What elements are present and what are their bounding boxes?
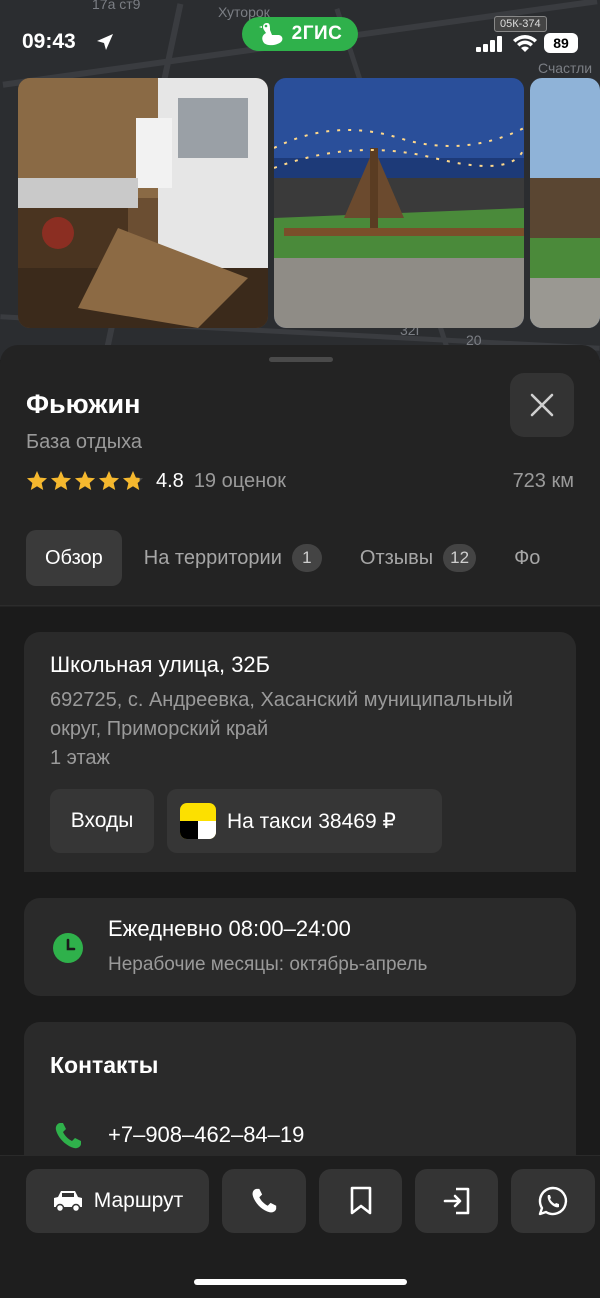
star-icon: [123, 471, 143, 490]
car-icon: [53, 1191, 82, 1213]
cellular-signal-icon: [476, 36, 502, 52]
address-full: 692725, с. Андреевка, Хасанский муниципа…: [50, 689, 514, 740]
phone-icon: [252, 1188, 277, 1213]
taxi-button[interactable]: На такси 38469 ₽: [167, 789, 442, 853]
tab-label: На территории: [143, 546, 282, 569]
photo-carousel[interactable]: [18, 78, 600, 328]
tab-photos[interactable]: Фо: [514, 530, 540, 586]
taxi-label: На такси 38469 ₽: [227, 809, 396, 833]
star-icon: [75, 471, 95, 490]
place-category: База отдыха: [26, 431, 142, 453]
divider: [0, 605, 600, 606]
close-button[interactable]: [510, 373, 574, 437]
tab-overview[interactable]: Обзор: [26, 530, 122, 586]
star-icon: [51, 471, 71, 490]
address-street[interactable]: Школьная улица, 32Б: [50, 652, 270, 678]
rating-count[interactable]: 19 оценок: [194, 470, 286, 493]
sheet-grabber[interactable]: [269, 357, 333, 362]
distance-label: 723 км: [512, 469, 574, 492]
route-label: Маршрут: [93, 1189, 184, 1212]
location-arrow-icon: [97, 34, 113, 50]
brand-name: 2ГИС: [291, 23, 343, 44]
star-icon: [27, 471, 47, 490]
tab-label: Обзор: [45, 546, 103, 569]
status-bar: 09:43 2ГИС 05К-374 89: [0, 0, 600, 76]
bookmark-icon: [350, 1186, 371, 1215]
photo-kitchen[interactable]: [18, 78, 268, 328]
hours-note: Нерабочие месяцы: октябрь-апрель: [108, 954, 428, 975]
goose-icon: [258, 23, 283, 46]
battery-indicator: 89: [544, 33, 578, 53]
tab-territory[interactable]: На территории 1: [144, 530, 322, 586]
hours-card[interactable]: Ежедневно 08:00–24:00 Нерабочие месяцы: …: [24, 898, 576, 996]
photo-playground[interactable]: [274, 78, 524, 328]
rating-row[interactable]: 4.8 19 оценок 723 км: [26, 467, 574, 495]
tab-label: Отзывы: [359, 546, 434, 569]
place-title: Фьюжин: [26, 389, 141, 419]
clock-icon: [53, 933, 83, 963]
bookmark-button[interactable]: [319, 1169, 402, 1233]
tab-bar: Обзор На территории 1 Отзывы 12 Фо: [26, 530, 578, 586]
rating-value: 4.8: [156, 469, 184, 492]
tab-reviews[interactable]: Отзывы 12: [359, 530, 477, 586]
whatsapp-icon: [538, 1186, 568, 1216]
share-button[interactable]: [415, 1169, 498, 1233]
address-details: 692725, с. Андреевка, Хасанский муниципа…: [50, 686, 530, 773]
phone-icon: [55, 1123, 81, 1149]
rating-stars: [26, 470, 144, 492]
entrances-button[interactable]: Входы: [50, 789, 154, 853]
brand-logo[interactable]: 2ГИС: [242, 17, 358, 51]
hours-main: Ежедневно 08:00–24:00: [108, 916, 351, 941]
tab-label: Фо: [514, 546, 541, 569]
plate-label: 05К-374: [494, 16, 547, 32]
home-indicator[interactable]: [194, 1279, 407, 1285]
photo-cabins[interactable]: [530, 78, 600, 328]
phone-number[interactable]: +7‒908‒462‒84‒19: [108, 1122, 304, 1148]
close-icon: [530, 393, 554, 417]
tab-count-badge: 12: [443, 544, 477, 572]
route-button[interactable]: Маршрут: [26, 1169, 209, 1233]
share-icon: [443, 1187, 469, 1215]
action-bar: Маршрут: [0, 1155, 600, 1298]
contacts-title: Контакты: [50, 1052, 159, 1078]
whatsapp-button[interactable]: [511, 1169, 595, 1233]
address-card: Школьная улица, 32Б 692725, с. Андреевка…: [24, 632, 576, 872]
address-floor: 1 этаж: [50, 747, 110, 769]
wifi-icon: [513, 35, 537, 52]
status-time: 09:43: [22, 30, 76, 53]
call-button[interactable]: [222, 1169, 306, 1233]
tab-count-badge: 1: [291, 544, 322, 572]
star-icon: [99, 471, 119, 490]
yandex-taxi-icon: [180, 803, 216, 839]
